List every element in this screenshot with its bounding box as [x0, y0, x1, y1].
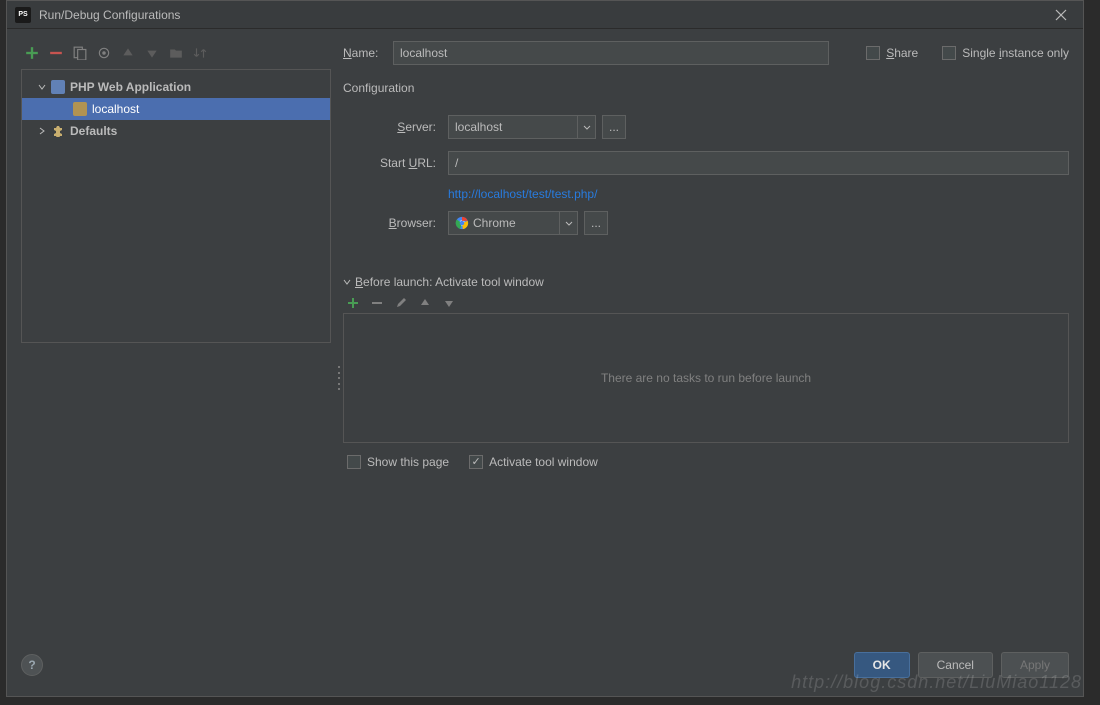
- starturl-label: Start URL:: [363, 156, 448, 170]
- minus-icon: [371, 297, 383, 309]
- settings-icon: [97, 46, 111, 60]
- config-section-title: Configuration: [343, 81, 1069, 95]
- help-button[interactable]: ?: [21, 654, 43, 676]
- before-down-button[interactable]: [441, 295, 457, 311]
- chevron-down-icon: [343, 278, 351, 286]
- folder-icon: [169, 46, 183, 60]
- tree-node-defaults[interactable]: Defaults: [22, 120, 330, 142]
- browser-select[interactable]: Chrome: [448, 211, 578, 235]
- plus-icon: [347, 297, 359, 309]
- browser-more-button[interactable]: ...: [584, 211, 608, 235]
- right-panel: Name: Share Single instance only Configu…: [343, 41, 1069, 343]
- tree-node-localhost[interactable]: localhost: [22, 98, 330, 120]
- cancel-button[interactable]: Cancel: [918, 652, 993, 678]
- name-input[interactable]: [393, 41, 829, 65]
- plus-icon: [25, 46, 39, 60]
- wrench-icon: [50, 123, 66, 139]
- starturl-input[interactable]: [448, 151, 1069, 175]
- dialog-footer: ? OK Cancel Apply: [7, 644, 1083, 696]
- before-remove-button[interactable]: [369, 295, 385, 311]
- close-button[interactable]: [1047, 1, 1075, 29]
- single-instance-checkbox[interactable]: Single instance only: [942, 46, 1069, 60]
- before-launch-toolbar: [343, 295, 1069, 311]
- tree-label: Defaults: [70, 124, 117, 138]
- sort-button[interactable]: [191, 44, 209, 62]
- config-toolbar: [21, 41, 331, 65]
- dialog-title: Run/Debug Configurations: [39, 8, 1047, 22]
- copy-icon: [73, 46, 87, 60]
- minus-icon: [49, 46, 63, 60]
- arrow-up-icon: [121, 46, 135, 60]
- browser-label: Browser:: [363, 216, 448, 230]
- left-panel: PHP Web Application localhost Defaults: [21, 41, 331, 343]
- browser-value: Chrome: [449, 216, 559, 230]
- apply-button[interactable]: Apply: [1001, 652, 1069, 678]
- before-add-button[interactable]: [345, 295, 361, 311]
- run-debug-dialog: PS Run/Debug Configurations: [6, 0, 1084, 697]
- pencil-icon: [395, 297, 407, 309]
- before-launch-section: Before launch: Activate tool window Ther…: [343, 275, 1069, 469]
- starturl-row: Start URL:: [363, 151, 1069, 175]
- copy-config-button[interactable]: [71, 44, 89, 62]
- php-icon: [50, 79, 66, 95]
- server-label: Server:: [363, 120, 448, 134]
- chevron-down-icon: [38, 83, 46, 91]
- titlebar: PS Run/Debug Configurations: [7, 1, 1083, 29]
- resize-grip-icon[interactable]: [338, 366, 342, 390]
- server-row: Server: localhost ...: [363, 115, 1069, 139]
- php-file-icon: [72, 101, 88, 117]
- before-empty-text: There are no tasks to run before launch: [601, 371, 811, 385]
- config-tree[interactable]: PHP Web Application localhost Defaults: [21, 69, 331, 343]
- move-up-button[interactable]: [119, 44, 137, 62]
- close-icon: [1055, 9, 1067, 21]
- save-config-button[interactable]: [95, 44, 113, 62]
- add-config-button[interactable]: [23, 44, 41, 62]
- arrow-up-icon: [419, 297, 431, 309]
- single-instance-label: Single instance only: [962, 46, 1069, 60]
- arrow-down-icon: [443, 297, 455, 309]
- before-launch-label: Before launch: Activate tool window: [355, 275, 544, 289]
- before-launch-toggle[interactable]: Before launch: Activate tool window: [343, 275, 1069, 289]
- server-value: localhost: [449, 120, 577, 134]
- before-up-button[interactable]: [417, 295, 433, 311]
- arrow-down-icon: [145, 46, 159, 60]
- share-label: Share: [886, 46, 918, 60]
- name-label: Name:: [343, 46, 393, 60]
- resolved-url-link[interactable]: http://localhost/test/test.php/: [448, 187, 597, 201]
- server-more-button[interactable]: ...: [602, 115, 626, 139]
- tree-node-php-web-app[interactable]: PHP Web Application: [22, 76, 330, 98]
- chevron-right-icon: [38, 127, 46, 135]
- app-logo-icon: PS: [15, 7, 31, 23]
- tree-label: PHP Web Application: [70, 80, 191, 94]
- chevron-down-icon: [559, 212, 577, 234]
- server-select[interactable]: localhost: [448, 115, 596, 139]
- tree-label: localhost: [92, 102, 139, 116]
- browser-row: Browser: Chrome ...: [363, 211, 1069, 235]
- chevron-down-icon: [577, 116, 595, 138]
- share-checkbox[interactable]: Share: [866, 46, 918, 60]
- folder-button[interactable]: [167, 44, 185, 62]
- move-down-button[interactable]: [143, 44, 161, 62]
- remove-config-button[interactable]: [47, 44, 65, 62]
- before-edit-button[interactable]: [393, 295, 409, 311]
- chrome-icon: [455, 216, 469, 230]
- name-row: Name: Share Single instance only: [343, 41, 1069, 65]
- ok-button[interactable]: OK: [854, 652, 910, 678]
- before-launch-list[interactable]: There are no tasks to run before launch: [343, 313, 1069, 443]
- sort-icon: [193, 46, 207, 60]
